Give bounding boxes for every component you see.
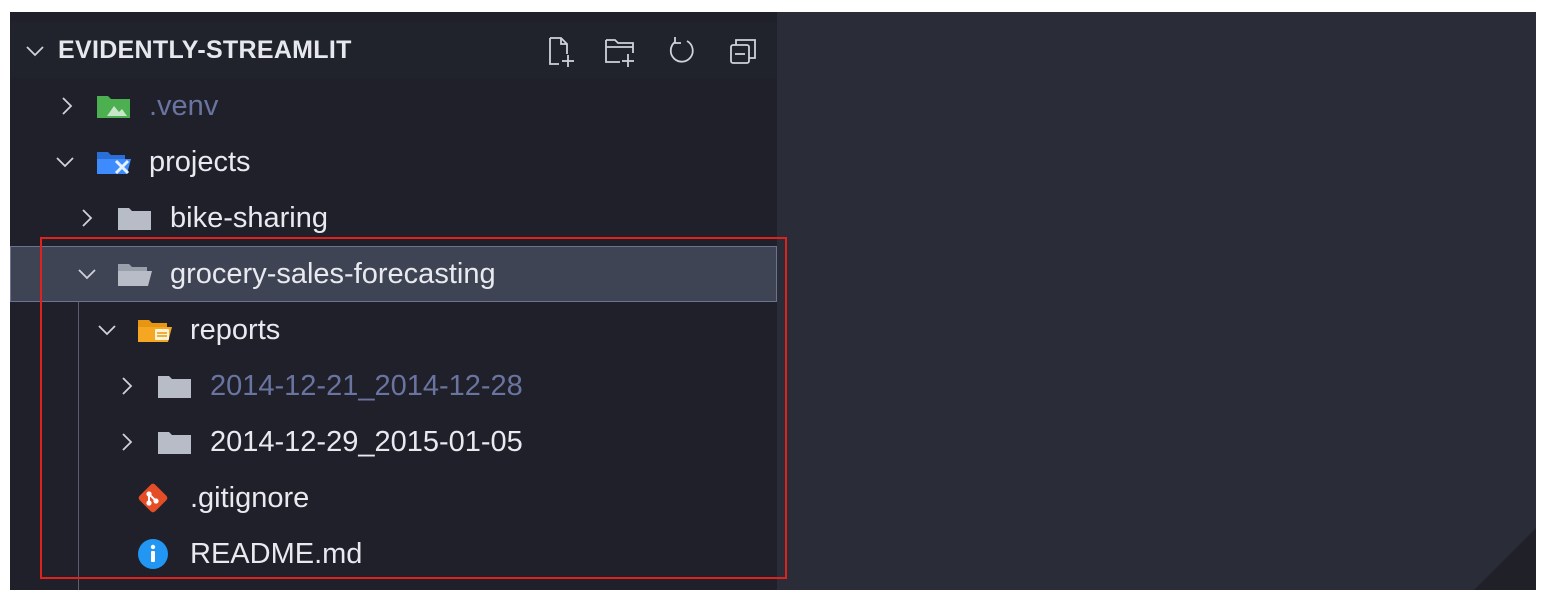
chevron-right-icon (122, 377, 133, 395)
tree-item-venv[interactable]: .venv (10, 78, 777, 134)
tree-item-label: 2014-12-21_2014-12-28 (210, 370, 523, 402)
tree-item-readme[interactable]: README.md (10, 526, 777, 582)
tree-item-projects[interactable]: projects (10, 134, 777, 190)
new-folder-icon[interactable] (603, 34, 637, 68)
tree-item-grocery-sales-forecasting[interactable]: grocery-sales-forecasting (10, 246, 777, 302)
tree-item-label: .venv (149, 90, 219, 122)
info-icon (138, 539, 168, 569)
git-icon (138, 483, 168, 513)
tree-item-label: projects (149, 146, 251, 178)
tree-item-report-2014-12-21[interactable]: 2014-12-21_2014-12-28 (10, 358, 777, 414)
folder-icon (158, 432, 191, 454)
folder-icon (158, 376, 191, 398)
new-file-icon[interactable] (543, 34, 577, 68)
folder-open-icon (118, 264, 152, 286)
chevron-down-icon (78, 269, 96, 280)
explorer-section-title: EVIDENTLY-STREAMLIT (58, 36, 352, 64)
indent-guide (78, 302, 79, 590)
chevron-right-icon (62, 97, 73, 115)
editor-corner (1474, 528, 1536, 590)
chevron-down-icon (98, 325, 116, 336)
explorer-section-header[interactable]: EVIDENTLY-STREAMLIT (10, 22, 777, 78)
tree-item-label: README.md (190, 538, 363, 570)
collapse-all-icon[interactable] (726, 34, 760, 68)
tree-item-reports[interactable]: reports (10, 302, 777, 358)
explorer-sidebar: EVIDENTLY-STREAMLIT .venv projects bike-… (10, 12, 777, 590)
chevron-down-icon[interactable] (24, 40, 46, 62)
folder-venv-icon (97, 96, 130, 118)
chevron-right-icon (122, 433, 133, 451)
tree-item-report-2014-12-29[interactable]: 2014-12-29_2015-01-05 (10, 414, 777, 470)
folder-icon (118, 208, 151, 230)
tree-item-label: grocery-sales-forecasting (170, 258, 496, 290)
vscode-window: EVIDENTLY-STREAMLIT .venv projects bike-… (10, 12, 1536, 590)
folder-reports-icon (138, 320, 172, 342)
refresh-icon[interactable] (665, 34, 699, 68)
tree-item-bike-sharing[interactable]: bike-sharing (10, 190, 777, 246)
folder-projects-icon (97, 152, 131, 175)
tree-item-label: 2014-12-29_2015-01-05 (210, 426, 523, 458)
tree-item-label: bike-sharing (170, 202, 328, 234)
chevron-right-icon (82, 209, 93, 227)
chevron-down-icon (56, 157, 74, 168)
tree-item-gitignore[interactable]: .gitignore (10, 470, 777, 526)
tree-item-label: .gitignore (190, 482, 310, 514)
tree-item-label: reports (190, 314, 281, 346)
